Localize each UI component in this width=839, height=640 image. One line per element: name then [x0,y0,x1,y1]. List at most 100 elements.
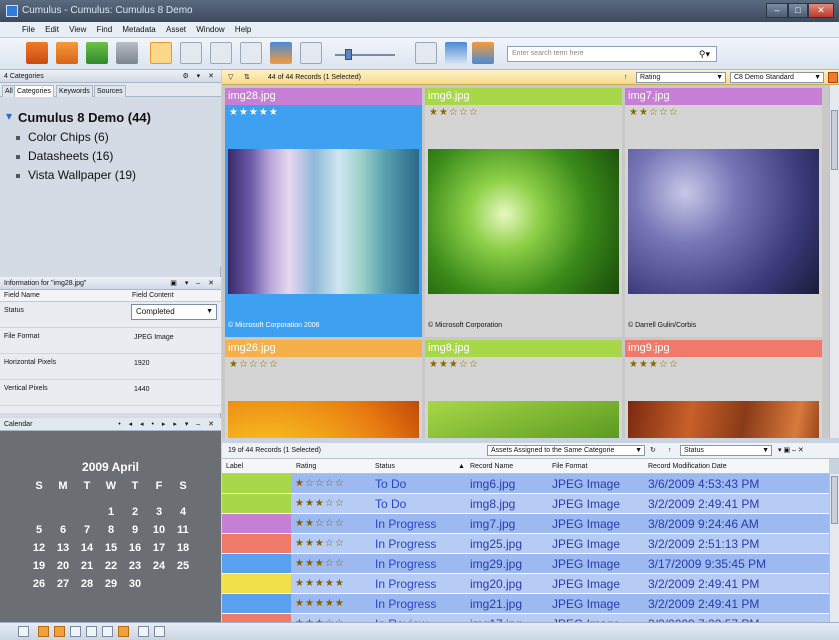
calendar-day[interactable]: 20 [52,560,74,572]
slider-handle[interactable] [345,49,352,60]
table-row[interactable]: ★★★☆☆ In Progress img25.jpg JPEG Image 3/2/2… [222,534,829,554]
calendar-day[interactable]: 3 [148,506,170,518]
calendar-day[interactable]: 16 [124,542,146,554]
thumbnail-view-icon[interactable] [150,42,172,64]
list-scrollbar[interactable] [829,474,839,622]
category-root[interactable]: Cumulus 8 Demo (44) [18,110,151,125]
calendar-day[interactable]: 28 [76,578,98,590]
calendar-day[interactable]: 13 [52,542,74,554]
rating-stars-icon[interactable]: ★★★★★ [229,107,279,118]
thumbnail-cell[interactable]: img28.jpg ★★★★★ © Microsoft Corporation 20… [225,88,422,337]
calendar-day[interactable]: 14 [76,542,98,554]
star-icon[interactable] [138,626,149,637]
calendar-day[interactable]: 23 [124,560,146,572]
group-by-select[interactable]: Assets Assigned to the Same Categorie ▼ [487,445,645,456]
info-icon[interactable] [240,42,262,64]
calendar-day[interactable]: 21 [76,560,98,572]
calendar-day[interactable]: 27 [52,578,74,590]
search-box[interactable]: Enter search term here ⚲▾ [507,46,717,62]
calendar-day[interactable]: 12 [28,542,50,554]
category-item[interactable]: Vista Wallpaper (19) [16,168,136,182]
rating-stars-icon[interactable]: ★★★☆☆ [629,359,679,370]
category-item[interactable]: Datasheets (16) [16,149,113,163]
thumbnail-cell[interactable]: img8.jpg ★★★☆☆ [425,340,622,438]
calendar-day[interactable]: 6 [52,524,74,536]
trash-icon[interactable] [116,42,138,64]
calendar-day[interactable]: 25 [172,560,194,572]
menu-help[interactable]: Help [235,22,251,38]
thumbnail-cell[interactable]: img7.jpg ★★☆☆☆ © Darrell Gulin/Corbis [625,88,822,337]
list-sort-select[interactable]: Status ▼ [680,445,772,456]
menu-edit[interactable]: Edit [45,22,59,38]
column-modification-date[interactable]: Record Modification Date [648,459,727,474]
menu-window[interactable]: Window [196,22,224,38]
window-toggle-icon[interactable] [70,626,81,637]
table-row[interactable]: ★★☆☆☆ In Progress img7.jpg JPEG Image 3/8/20… [222,514,829,534]
tab-categories[interactable]: Categories [14,85,54,97]
window-toggle-icon[interactable] [54,626,65,637]
calendar-day[interactable]: 19 [28,560,50,572]
refresh-icon[interactable] [86,42,108,64]
options-icon[interactable] [828,72,838,83]
calendar-day[interactable]: 24 [148,560,170,572]
thumbnail-image[interactable] [628,149,819,294]
expand-caret-icon[interactable]: ▾ [6,109,12,123]
menu-metadata[interactable]: Metadata [122,22,155,38]
calendar-day[interactable]: 15 [100,542,122,554]
column-rating[interactable]: Rating [296,459,316,474]
calendar-day[interactable]: 5 [28,524,50,536]
catalog-assets-icon[interactable] [56,42,78,64]
scrollbar-thumb[interactable] [831,476,838,524]
collections-icon[interactable] [472,42,494,64]
thumbnail-image[interactable] [228,149,419,294]
table-row[interactable]: ★☆☆☆☆ To Do img6.jpg JPEG Image 3/6/2009 4:5… [222,474,829,494]
calendar-day[interactable]: 17 [148,542,170,554]
menu-find[interactable]: Find [97,22,113,38]
window-toggle-icon[interactable] [18,626,29,637]
status-select[interactable]: Completed ▼ [131,304,217,320]
panel-controls[interactable]: ▣ ▾ – ✕ [170,277,217,290]
close-button[interactable]: ✕ [808,3,834,18]
calendar-day[interactable]: 2 [124,506,146,518]
rating-stars-icon[interactable]: ★☆☆☆☆ [229,359,279,370]
search-icon[interactable]: ⚲▾ [699,49,710,60]
thumbnail-cell[interactable]: img6.jpg ★★☆☆☆ © Microsoft Corporation [425,88,622,337]
sort-icon[interactable]: ⇅ [244,70,250,85]
category-item[interactable]: Color Chips (6) [16,130,109,144]
split-view-icon[interactable] [415,42,437,64]
grid-scrollbar[interactable] [829,85,839,438]
column-record-name[interactable]: Record Name [470,459,513,474]
thumbnail-cell[interactable]: img9.jpg ★★★☆☆ [625,340,822,438]
filter-icon[interactable]: ▽ [228,70,233,85]
table-row[interactable]: ★★★★★ In Progress img21.jpg JPEG Image 3/2/2… [222,594,829,614]
menu-asset[interactable]: Asset [166,22,186,38]
calendar-day[interactable]: 22 [100,560,122,572]
refresh-icon[interactable]: ↻ [650,443,656,459]
panel-controls[interactable]: ⚙ ▾ ✕ [182,70,217,83]
window-toggle-icon[interactable] [102,626,113,637]
thumbnail-image[interactable] [628,401,819,438]
rating-stars-icon[interactable]: ★★☆☆☆ [629,107,679,118]
table-row[interactable]: ★★★☆☆ In Progress img29.jpg JPEG Image 3/17/… [222,554,829,574]
tab-sources[interactable]: Sources [94,85,126,97]
calendar-day[interactable]: 7 [76,524,98,536]
calendar-day[interactable]: 29 [100,578,122,590]
thumbnail-size-slider[interactable] [335,54,395,56]
calendar-day[interactable]: 30 [124,578,146,590]
calendar-nav-controls[interactable]: • ◂ ◂ • ▸ ▸ ▾ – ✕ [118,418,217,431]
calendar-day[interactable]: 26 [28,578,50,590]
menu-file[interactable]: File [22,22,35,38]
minimize-button[interactable]: – [766,3,788,18]
sort-direction-icon[interactable]: ↑ [624,70,628,85]
thumbnail-cell[interactable]: img26.jpg ★☆☆☆☆ [225,340,422,438]
calendar-day[interactable]: 18 [172,542,194,554]
panel-controls[interactable]: ▾ ▣ – ✕ [778,443,804,459]
calendar-day[interactable]: 1 [100,506,122,518]
sort-direction-icon[interactable]: ↑ [668,443,672,459]
rating-stars-icon[interactable]: ★★★☆☆ [429,359,479,370]
menu-view[interactable]: View [69,22,86,38]
scrollbar-thumb[interactable] [831,110,838,170]
view-set-select[interactable]: C8 Demo Standard ▼ [730,72,824,83]
calendar-day[interactable]: 8 [100,524,122,536]
thumbnail-image[interactable] [428,401,619,438]
